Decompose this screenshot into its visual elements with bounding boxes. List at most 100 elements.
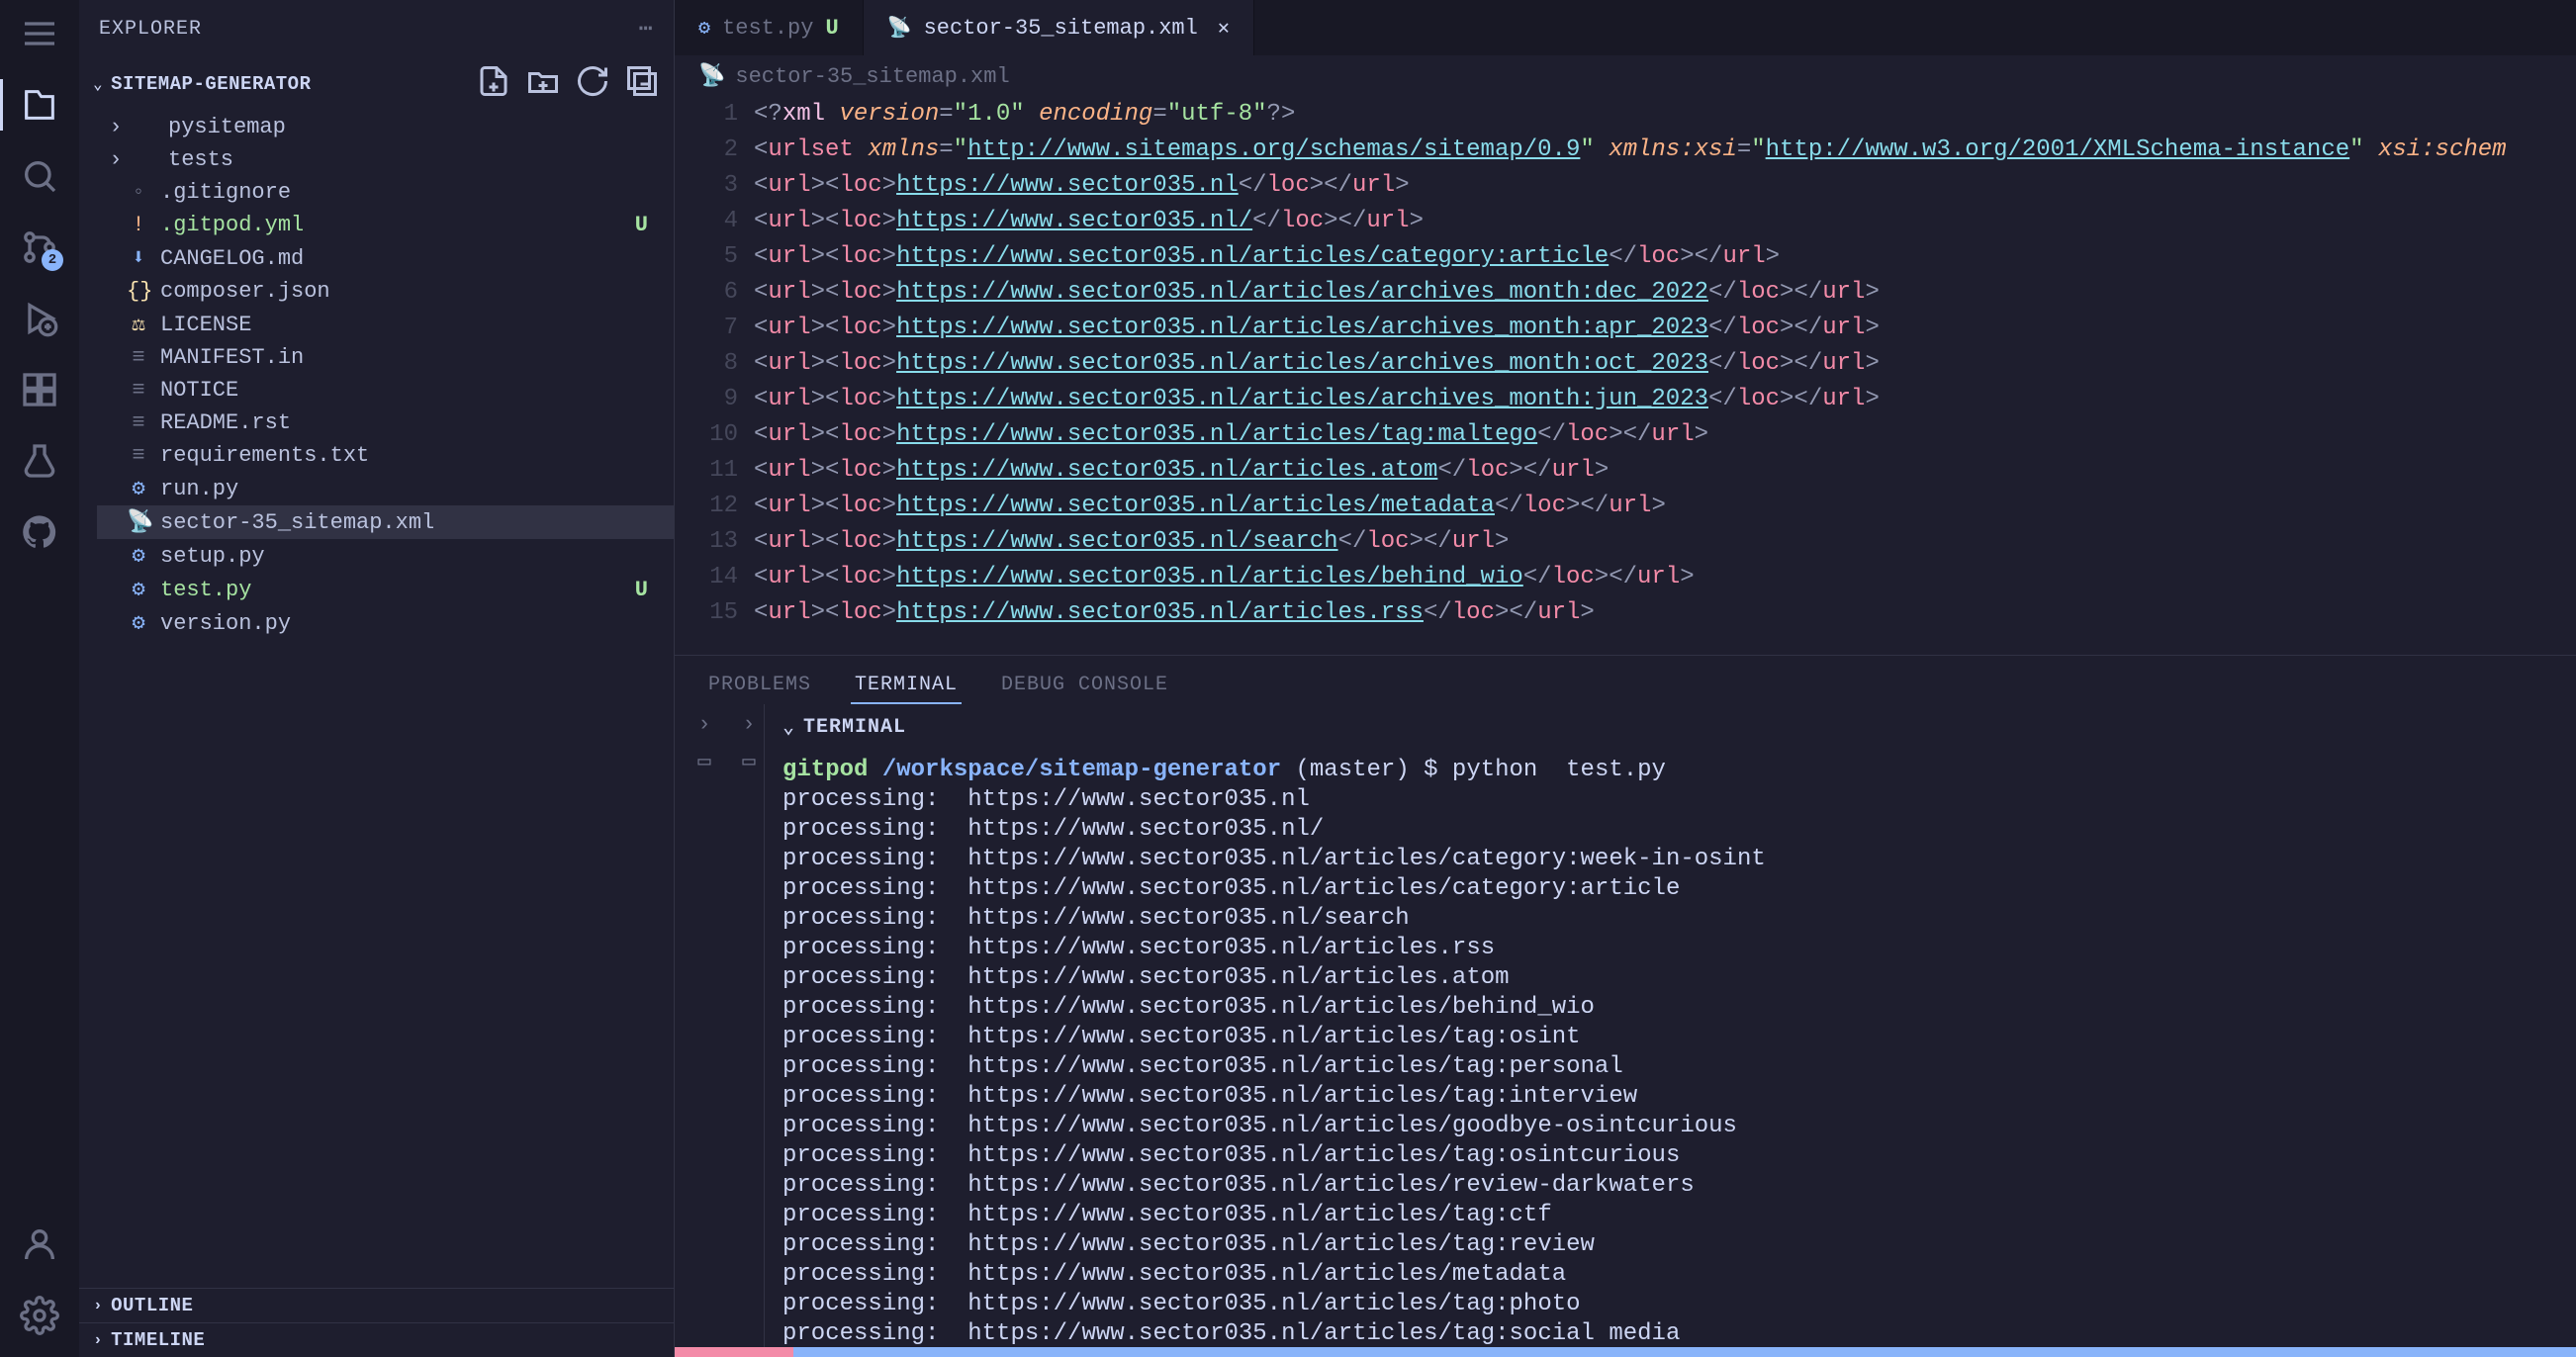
file-icon: ⚖ xyxy=(127,312,150,337)
file-name: LICENSE xyxy=(160,313,251,337)
tab-sector-35-sitemap-xml[interactable]: 📡sector-35_sitemap.xml✕ xyxy=(864,0,1254,55)
scm-badge: 2 xyxy=(42,249,63,271)
run-debug-icon[interactable] xyxy=(18,297,61,340)
tab-label: test.py xyxy=(722,16,813,41)
extensions-icon[interactable] xyxy=(18,368,61,411)
chevron-right-icon: › xyxy=(107,147,125,172)
file-icon: ≡ xyxy=(127,410,150,435)
chevron-down-icon[interactable]: ⌄ xyxy=(782,714,795,740)
testing-icon[interactable] xyxy=(18,439,61,483)
file-name: setup.py xyxy=(160,544,265,569)
close-icon[interactable]: ✕ xyxy=(1218,15,1230,41)
chevron-right-icon[interactable]: › xyxy=(742,712,755,737)
status-bar[interactable] xyxy=(675,1347,2576,1357)
file-icon: ! xyxy=(127,213,150,237)
timeline-section[interactable]: › TIMELINE xyxy=(79,1322,674,1357)
explorer-icon[interactable] xyxy=(18,83,61,127)
tab-test-py[interactable]: ⚙ test.py U xyxy=(675,0,864,55)
file-icon: ≡ xyxy=(127,443,150,468)
tree-item-readme-rst[interactable]: ≡ README.rst xyxy=(97,407,674,439)
tree-item-notice[interactable]: ≡ NOTICE xyxy=(97,374,674,407)
tree-item-setup-py[interactable]: ⚙setup.py xyxy=(97,539,674,573)
file-name: pysitemap xyxy=(168,115,286,139)
tree-item-license[interactable]: ⚖ LICENSE xyxy=(97,308,674,341)
panel-tabs: PROBLEMS TERMINAL DEBUG CONSOLE xyxy=(675,656,2576,704)
scm-icon[interactable]: 2 xyxy=(18,226,61,269)
file-icon: ⚙ xyxy=(127,610,150,636)
file-icon: ≡ xyxy=(127,378,150,403)
file-name: README.rst xyxy=(160,410,291,435)
breadcrumb[interactable]: 📡 sector-35_sitemap.xml xyxy=(675,55,2576,97)
sidebar-header: EXPLORER ⋯ xyxy=(79,0,674,57)
menu-icon[interactable] xyxy=(18,12,61,55)
tree-item-composer-json[interactable]: {}composer.json xyxy=(97,275,674,308)
terminal-header: ⌄ TERMINAL xyxy=(765,704,2576,750)
tree-item-manifest-in[interactable]: ≡ MANIFEST.in xyxy=(97,341,674,374)
sidebar: EXPLORER ⋯ ⌄ SITEMAP-GENERATOR › pysitema… xyxy=(79,0,675,1357)
code-content[interactable]: <?xml version="1.0" encoding="utf-8"?><u… xyxy=(754,97,2576,655)
tab-label: sector-35_sitemap.xml xyxy=(924,16,1198,41)
terminal-output[interactable]: gitpod /workspace/sitemap-generator (mas… xyxy=(765,750,2576,1347)
panel-tab-debug-console[interactable]: DEBUG CONSOLE xyxy=(997,668,1172,704)
file-icon: ⚙ xyxy=(127,577,150,602)
chevron-down-icon: ⌄ xyxy=(93,74,103,94)
file-name: tests xyxy=(168,147,233,172)
file-name: CANGELOG.md xyxy=(160,246,304,271)
explorer-title: EXPLORER xyxy=(99,18,202,41)
file-name: requirements.txt xyxy=(160,443,369,468)
rss-icon: 📡 xyxy=(698,63,725,89)
tree-item-run-py[interactable]: ⚙run.py xyxy=(97,472,674,505)
file-name: NOTICE xyxy=(160,378,238,403)
tree-item-pysitemap[interactable]: › pysitemap xyxy=(97,111,674,143)
file-icon: ≡ xyxy=(127,345,150,370)
new-file-icon[interactable] xyxy=(476,63,511,105)
outline-section[interactable]: › OUTLINE xyxy=(79,1288,674,1322)
file-name: .gitpod.yml xyxy=(160,213,304,237)
refresh-icon[interactable] xyxy=(575,63,610,105)
file-icon: ⚙ xyxy=(127,476,150,501)
chevron-right-icon[interactable]: › xyxy=(697,712,710,737)
panel-gutter: › ▭ xyxy=(675,704,734,1347)
timeline-label: TIMELINE xyxy=(111,1329,205,1351)
tree-item--gitignore[interactable]: ◦.gitignore xyxy=(97,176,674,209)
github-icon[interactable] xyxy=(18,510,61,554)
file-tree: › pysitemap › tests ◦.gitignore! .gitpod.yml U… xyxy=(79,111,674,1288)
tree-item-test-py[interactable]: ⚙test.pyU xyxy=(97,573,674,606)
terminal-profile-icon[interactable]: ▭ xyxy=(697,749,710,774)
project-section-header[interactable]: ⌄ SITEMAP-GENERATOR xyxy=(79,57,674,111)
tree-item--gitpod-yml[interactable]: ! .gitpod.yml U xyxy=(97,209,674,241)
account-icon[interactable] xyxy=(18,1222,61,1266)
editor[interactable]: 123456789101112131415 <?xml version="1.0… xyxy=(675,97,2576,655)
clipboard-icon[interactable]: ▭ xyxy=(742,749,755,774)
file-name: sector-35_sitemap.xml xyxy=(160,510,434,535)
panel-tab-problems[interactable]: PROBLEMS xyxy=(704,668,815,704)
file-icon: ◦ xyxy=(127,180,150,205)
terminal-title: TERMINAL xyxy=(803,716,906,739)
search-icon[interactable] xyxy=(18,154,61,198)
file-icon: 📡 xyxy=(127,509,150,535)
panel-tab-terminal[interactable]: TERMINAL xyxy=(851,668,962,704)
tree-item-cangelog-md[interactable]: ⬇CANGELOG.md xyxy=(97,241,674,275)
panel-gutter-2: › ▭ xyxy=(734,704,764,1347)
settings-gear-icon[interactable] xyxy=(18,1294,61,1337)
more-icon[interactable]: ⋯ xyxy=(639,14,654,44)
file-name: test.py xyxy=(160,578,251,602)
activity-bar: 2 xyxy=(0,0,79,1357)
project-name: SITEMAP-GENERATOR xyxy=(111,73,311,95)
tree-item-tests[interactable]: › tests xyxy=(97,143,674,176)
file-name: MANIFEST.in xyxy=(160,345,304,370)
file-name: version.py xyxy=(160,611,291,636)
tree-item-version-py[interactable]: ⚙ version.py xyxy=(97,606,674,640)
bottom-panel: PROBLEMS TERMINAL DEBUG CONSOLE › ▭ › ▭ ⌄ … xyxy=(675,655,2576,1347)
tree-item-requirements-txt[interactable]: ≡ requirements.txt xyxy=(97,439,674,472)
tree-item-sector-35-sitemap-xml[interactable]: 📡 sector-35_sitemap.xml xyxy=(97,505,674,539)
main-area: ⚙ test.py U 📡 sector-35_sitemap.xml ✕ 📡 secto… xyxy=(675,0,2576,1357)
new-folder-icon[interactable] xyxy=(525,63,561,105)
git-status: U xyxy=(635,213,648,237)
file-name: composer.json xyxy=(160,279,330,304)
git-status: U xyxy=(825,16,838,41)
python-icon: ⚙ xyxy=(698,15,710,41)
chevron-right-icon: › xyxy=(107,115,125,139)
breadcrumb-label: sector-35_sitemap.xml xyxy=(735,64,1009,89)
collapse-all-icon[interactable] xyxy=(624,63,660,105)
